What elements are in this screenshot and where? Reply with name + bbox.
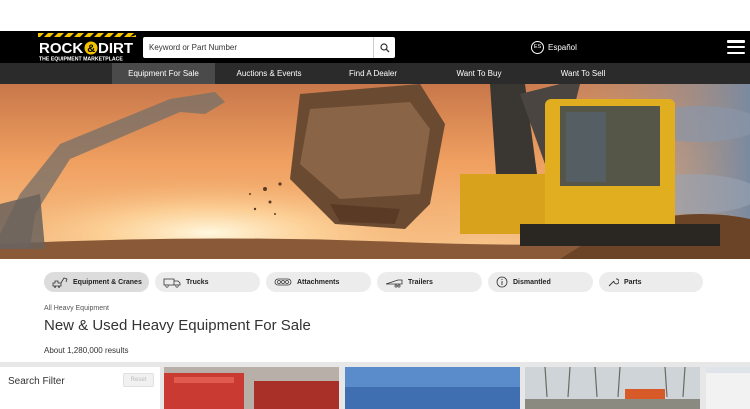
- main-nav: Equipment For Sale Auctions & Events Fin…: [0, 63, 750, 84]
- breadcrumb[interactable]: All Heavy Equipment: [44, 305, 109, 312]
- info-icon: [496, 276, 508, 288]
- category-label: Trailers: [408, 278, 433, 286]
- attachment-icon: [274, 278, 292, 286]
- svg-text:&: &: [87, 43, 95, 55]
- category-label: Equipment & Cranes: [73, 278, 142, 286]
- nav-auctions-events[interactable]: Auctions & Events: [222, 63, 316, 84]
- category-attachments[interactable]: Attachments: [266, 272, 371, 292]
- hero-banner-image: [0, 84, 750, 259]
- truck-icon: [163, 278, 181, 288]
- nav-want-to-buy[interactable]: Want To Buy: [441, 63, 517, 84]
- listing-thumbnail[interactable]: [164, 367, 339, 409]
- search-icon: [379, 42, 389, 52]
- wrench-icon: [608, 278, 619, 287]
- excavator-icon: [52, 277, 68, 288]
- results-count: About 1,280,000 results: [44, 346, 129, 355]
- language-label: Español: [548, 42, 577, 52]
- reset-button[interactable]: Reset: [123, 373, 154, 387]
- search-input[interactable]: [143, 37, 373, 58]
- svg-text:THE EQUIPMENT MARKETPLACE: THE EQUIPMENT MARKETPLACE: [39, 57, 123, 63]
- language-badge: ES: [531, 40, 544, 54]
- category-label: Attachments: [297, 278, 340, 286]
- nav-find-a-dealer[interactable]: Find A Dealer: [333, 63, 413, 84]
- trailer-icon: [385, 279, 403, 288]
- category-filter-bar: Equipment & Cranes Trucks Attachments Tr…: [0, 272, 750, 292]
- search-filter-panel: Search Filter Reset: [0, 367, 160, 409]
- hamburger-menu-icon[interactable]: [727, 40, 745, 54]
- category-label: Parts: [624, 278, 642, 286]
- category-parts[interactable]: Parts: [599, 272, 703, 292]
- listing-thumbnail[interactable]: [525, 367, 700, 409]
- listing-thumbnail[interactable]: [345, 367, 520, 409]
- category-label: Trucks: [186, 278, 209, 286]
- search-filter-label: Search Filter: [8, 376, 65, 387]
- page-title: New & Used Heavy Equipment For Sale: [44, 317, 311, 334]
- category-equipment-cranes[interactable]: Equipment & Cranes: [44, 272, 149, 292]
- language-switch[interactable]: ES Español: [531, 40, 577, 54]
- svg-text:DIRT: DIRT: [98, 40, 133, 57]
- site-header: ROCK & DIRT THE EQUIPMENT MARKETPLACE ES…: [0, 31, 750, 63]
- category-trailers[interactable]: Trailers: [377, 272, 482, 292]
- rock-and-dirt-logo[interactable]: ROCK & DIRT THE EQUIPMENT MARKETPLACE: [38, 33, 136, 63]
- category-trucks[interactable]: Trucks: [155, 272, 260, 292]
- svg-text:ROCK: ROCK: [39, 40, 83, 57]
- search-button[interactable]: [373, 37, 395, 58]
- search-box: [143, 37, 395, 58]
- nav-want-to-sell[interactable]: Want To Sell: [547, 63, 619, 84]
- category-dismantled[interactable]: Dismantled: [488, 272, 593, 292]
- nav-equipment-for-sale[interactable]: Equipment For Sale: [112, 63, 215, 84]
- listing-thumbnail[interactable]: [706, 367, 750, 409]
- category-label: Dismantled: [513, 278, 551, 286]
